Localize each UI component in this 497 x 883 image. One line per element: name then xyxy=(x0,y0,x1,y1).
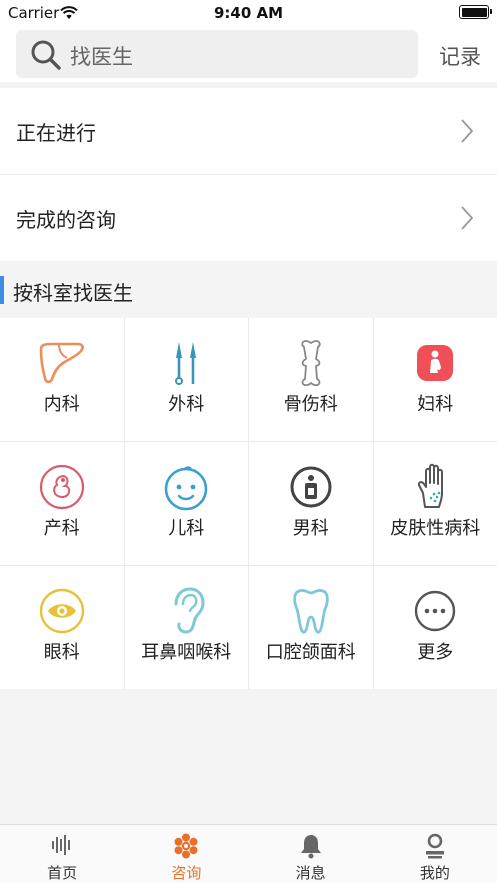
row-completed[interactable]: 完成的咨询 xyxy=(0,175,497,261)
search-input[interactable]: 找医生 xyxy=(16,30,418,78)
department-orthopedics[interactable]: 骨伤科 xyxy=(249,318,373,441)
search-header: 找医生 记录 xyxy=(0,26,497,82)
department-dermatology[interactable]: 皮肤性病科 xyxy=(373,442,497,565)
department-label: 更多 xyxy=(417,642,454,663)
chevron-right-icon xyxy=(461,206,474,234)
row-label: 正在进行 xyxy=(16,121,96,145)
eye-icon xyxy=(0,586,124,636)
ear-icon xyxy=(125,586,249,636)
consultation-list: 正在进行 完成的咨询 xyxy=(0,88,497,261)
department-ent[interactable]: 耳鼻咽喉科 xyxy=(124,566,249,689)
tab-label: 咨询 xyxy=(171,864,202,882)
more-icon xyxy=(374,586,497,636)
department-label: 骨伤科 xyxy=(283,394,338,415)
scalpel-icon xyxy=(125,338,249,388)
bell-icon xyxy=(249,833,373,859)
department-gynecology[interactable]: 妇科 xyxy=(373,318,497,441)
person-icon xyxy=(373,833,497,859)
tab-label: 消息 xyxy=(295,864,326,882)
tooth-icon xyxy=(249,586,373,636)
search-placeholder: 找医生 xyxy=(70,45,133,69)
battery-icon xyxy=(459,5,492,19)
department-label: 耳鼻咽喉科 xyxy=(141,642,232,663)
search-icon xyxy=(30,39,62,75)
department-label: 眼科 xyxy=(43,642,80,663)
tab-consult[interactable]: 咨询 xyxy=(124,825,248,883)
department-obstetrics[interactable]: 产科 xyxy=(0,442,124,565)
chevron-right-icon xyxy=(461,119,474,147)
department-grid: 内科 外科 骨伤科 妇科 产科 儿科 男科 皮肤性病科 眼科 耳鼻咽喉科 口腔颌… xyxy=(0,318,497,689)
bone-icon xyxy=(249,338,373,388)
row-label: 完成的咨询 xyxy=(16,208,116,232)
tab-label: 首页 xyxy=(47,864,78,882)
fetus-icon xyxy=(0,462,124,512)
department-label: 口腔颌面科 xyxy=(265,642,356,663)
department-section-header: 按科室找医生 xyxy=(0,262,497,318)
pregnant-woman-icon xyxy=(374,338,497,388)
department-ophthalmology[interactable]: 眼科 xyxy=(0,566,124,689)
tab-messages[interactable]: 消息 xyxy=(249,825,373,883)
row-in-progress[interactable]: 正在进行 xyxy=(0,88,497,175)
department-label: 外科 xyxy=(168,394,205,415)
section-accent-bar xyxy=(0,276,4,304)
baby-face-icon xyxy=(125,462,249,512)
department-label: 皮肤性病科 xyxy=(390,518,481,539)
tab-label: 我的 xyxy=(419,864,450,882)
hexagon-cluster-icon xyxy=(124,833,248,859)
department-pediatrics[interactable]: 儿科 xyxy=(124,442,249,565)
department-label: 男科 xyxy=(292,518,329,539)
department-andrology[interactable]: 男科 xyxy=(249,442,373,565)
department-internal-medicine[interactable]: 内科 xyxy=(0,318,124,441)
department-label: 内科 xyxy=(43,394,80,415)
department-label: 妇科 xyxy=(417,394,454,415)
male-icon xyxy=(249,462,373,512)
record-button[interactable]: 记录 xyxy=(439,41,481,71)
tab-home[interactable]: 首页 xyxy=(0,825,124,883)
section-title: 按科室找医生 xyxy=(13,281,133,305)
department-label: 产科 xyxy=(43,518,80,539)
hand-skin-icon xyxy=(374,462,497,512)
department-stomatology[interactable]: 口腔颌面科 xyxy=(249,566,373,689)
waveform-icon xyxy=(0,833,124,859)
department-more[interactable]: 更多 xyxy=(373,566,497,689)
department-label: 儿科 xyxy=(168,518,205,539)
tab-mine[interactable]: 我的 xyxy=(373,825,497,883)
clock: 9:40 AM xyxy=(213,4,284,22)
liver-icon xyxy=(0,338,124,388)
tab-bar: 首页 咨询 消息 我的 xyxy=(0,824,497,883)
department-surgery[interactable]: 外科 xyxy=(124,318,249,441)
status-bar: Carrier 9:40 AM xyxy=(0,0,497,26)
